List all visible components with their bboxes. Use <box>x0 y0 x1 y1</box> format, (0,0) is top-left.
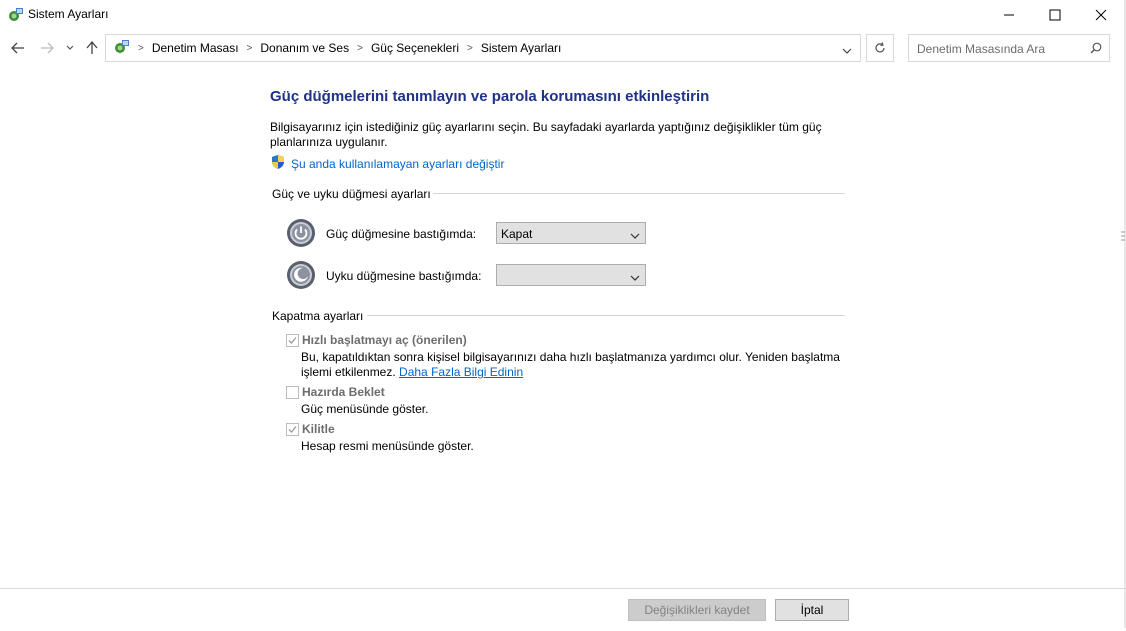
fast-startup-desc-line2: işlemi etkilenmez. <box>301 365 396 379</box>
shutdown-group-label: Kapatma ayarları <box>272 309 364 323</box>
sleep-button-label: Uyku düğmesine bastığımda: <box>326 269 482 283</box>
divider <box>367 315 845 316</box>
checkmark-icon <box>288 426 297 433</box>
sleep-button-icon <box>286 260 316 290</box>
maximize-button[interactable] <box>1032 0 1078 30</box>
chevron-right-icon: > <box>467 42 473 54</box>
hibernate-description: Güç menüsünde göster. <box>301 402 429 416</box>
up-button[interactable] <box>83 39 101 57</box>
recent-locations-button[interactable] <box>63 39 77 57</box>
chevron-down-icon <box>630 271 640 285</box>
checkmark-icon <box>288 337 297 344</box>
title-bar: Sistem Ayarları <box>0 0 1126 30</box>
hibernate-checkbox[interactable] <box>286 386 299 399</box>
search-placeholder: Denetim Masasında Ara <box>917 42 1046 56</box>
control-panel-icon <box>7 6 24 23</box>
power-button-action-select[interactable]: Kapat <box>496 222 646 244</box>
power-group-label: Güç ve uyku düğmesi ayarları <box>272 187 431 201</box>
cancel-button[interactable]: İptal <box>775 599 849 621</box>
hibernate-label: Hazırda Beklet <box>302 385 385 399</box>
change-unavailable-settings-link[interactable]: Şu anda kullanılamayan ayarları değiştir <box>270 154 504 173</box>
close-icon <box>1095 9 1107 21</box>
address-bar[interactable]: > Denetim Masası > Donanım ve Ses > Güç … <box>105 34 861 62</box>
select-value: Kapat <box>501 227 533 241</box>
fast-startup-label: Hızlı başlatmayı aç (önerilen) <box>302 333 467 347</box>
chevron-right-icon: > <box>138 42 144 54</box>
chevron-right-icon: > <box>246 42 253 54</box>
address-dropdown-button[interactable] <box>842 44 852 58</box>
power-button-icon <box>286 218 316 248</box>
chevron-right-icon: > <box>357 42 363 54</box>
chevron-down-icon <box>66 45 74 50</box>
chevron-down-icon <box>842 48 852 54</box>
minimize-icon <box>1004 14 1014 16</box>
lock-label: Kilitle <box>302 422 335 436</box>
link-text[interactable]: Şu anda kullanılamayan ayarları değiştir <box>291 157 504 171</box>
lock-checkbox[interactable] <box>286 423 299 436</box>
divider <box>433 193 845 194</box>
back-button[interactable] <box>9 39 27 57</box>
sleep-button-action-select[interactable] <box>496 264 646 286</box>
window-title: Sistem Ayarları <box>28 7 109 21</box>
arrow-right-icon <box>41 42 54 54</box>
maximize-icon <box>1049 9 1061 21</box>
uac-shield-icon <box>270 154 286 173</box>
footer-divider <box>0 588 1126 589</box>
breadcrumb-item[interactable]: Sistem Ayarları <box>481 41 561 55</box>
search-box[interactable]: Denetim Masasında Ara <box>908 34 1110 62</box>
minimize-button[interactable] <box>986 0 1032 30</box>
main-content: Güç düğmelerini tanımlayın ve parola kor… <box>270 88 850 453</box>
page-description: Bilgisayarınız için istediğiniz güç ayar… <box>270 120 822 149</box>
forward-button[interactable] <box>38 39 56 57</box>
fast-startup-description: Bu, kapatıldıktan sonra kişisel bilgisay… <box>301 350 846 380</box>
lock-description: Hesap resmi menüsünde göster. <box>301 439 474 453</box>
breadcrumb-item[interactable]: Denetim Masası <box>152 41 239 55</box>
arrow-up-icon <box>86 41 98 54</box>
refresh-button[interactable] <box>866 34 894 62</box>
save-changes-button[interactable]: Değişiklikleri kaydet <box>628 599 766 621</box>
power-button-label: Güç düğmesine bastığımda: <box>326 227 477 241</box>
search-icon[interactable] <box>1090 42 1102 57</box>
page-title: Güç düğmelerini tanımlayın ve parola kor… <box>270 88 710 105</box>
navigation-bar: > Denetim Masası > Donanım ve Ses > Güç … <box>0 33 1126 65</box>
arrow-left-icon <box>11 42 24 54</box>
chevron-down-icon <box>630 229 640 243</box>
breadcrumb-item[interactable]: Donanım ve Ses <box>260 41 349 55</box>
fast-startup-desc-line1: Bu, kapatıldıktan sonra kişisel bilgisay… <box>301 350 840 364</box>
control-panel-icon <box>113 38 130 58</box>
fast-startup-checkbox[interactable] <box>286 334 299 347</box>
refresh-icon <box>875 42 885 53</box>
breadcrumb-item[interactable]: Güç Seçenekleri <box>371 41 459 55</box>
window-edge <box>1118 0 1126 628</box>
learn-more-link[interactable]: Daha Fazla Bilgi Edinin <box>399 365 523 379</box>
